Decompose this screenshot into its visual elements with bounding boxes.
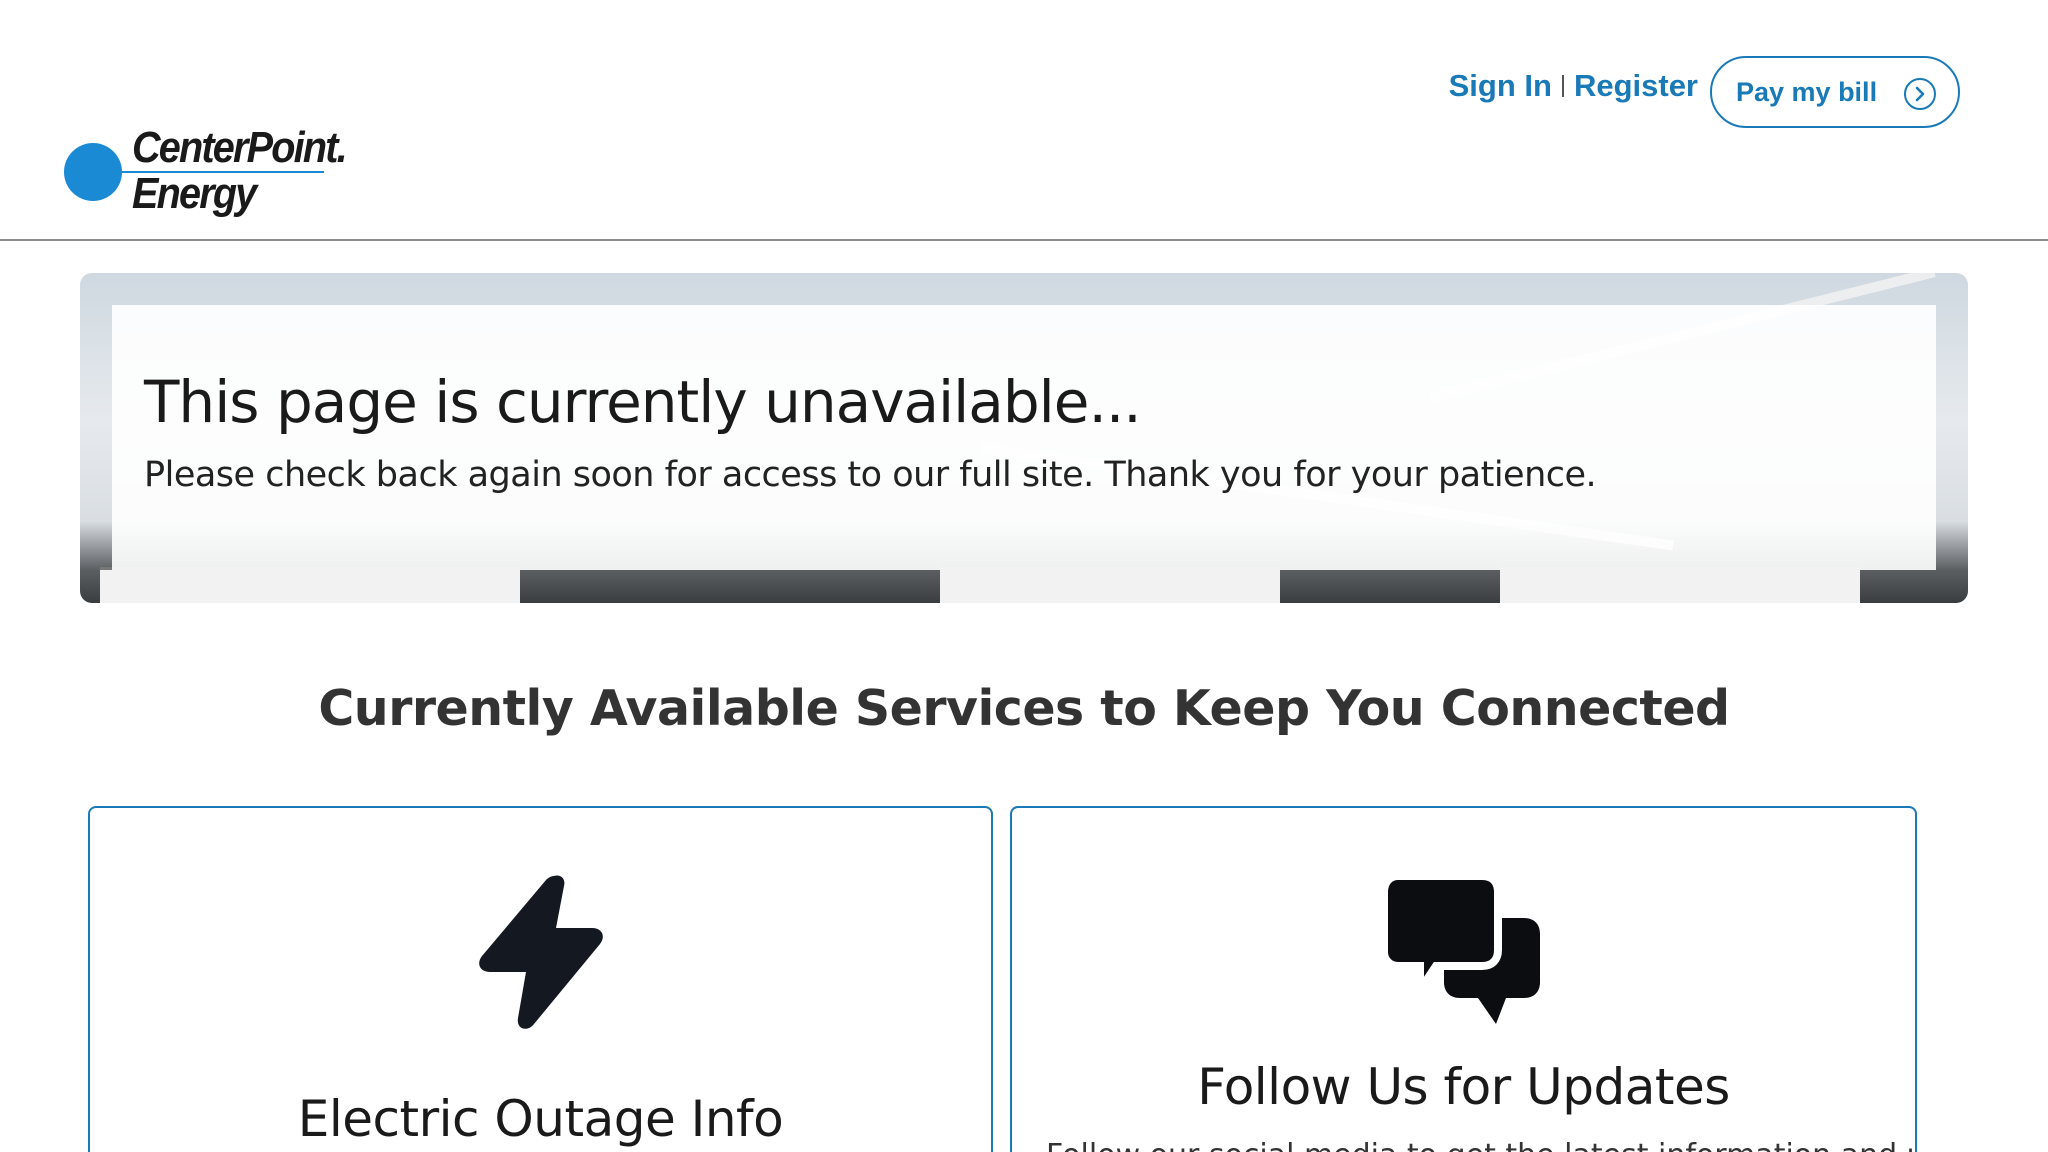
- chevron-right-circle-icon: [1904, 78, 1936, 110]
- logo-wordmark: CenterPoint. Energy: [132, 123, 348, 218]
- auth-links: Sign In Register: [1449, 68, 1698, 104]
- chat-bubbles-icon: [1379, 872, 1544, 1031]
- pay-my-bill-label: Pay my bill: [1736, 76, 1878, 107]
- centerpoint-energy-logo[interactable]: CenterPoint. Energy: [64, 125, 354, 230]
- logo-line1: CenterPoint.: [132, 123, 348, 172]
- card-title: Electric Outage Info: [297, 1090, 784, 1148]
- notice-message: Please check back again soon for access …: [144, 455, 1597, 495]
- hero-bg-truck: [100, 567, 520, 603]
- lightning-bolt-icon: [476, 872, 606, 1037]
- logo-line2: Energy: [132, 169, 257, 218]
- pay-my-bill-button[interactable]: Pay my bill: [1710, 56, 1960, 128]
- follow-us-card[interactable]: Follow Us for Updates Follow our social …: [1010, 806, 1917, 1152]
- auth-separator: [1561, 75, 1564, 97]
- site-header: CenterPoint. Energy Sign In Register Pay…: [0, 0, 2048, 241]
- card-title: Follow Us for Updates: [1197, 1058, 1730, 1116]
- hero-bg-truck: [940, 567, 1280, 603]
- register-link[interactable]: Register: [1574, 68, 1698, 104]
- page-title: This page is currently unavailable...: [144, 368, 1142, 436]
- sign-in-link[interactable]: Sign In: [1449, 68, 1552, 104]
- services-heading: Currently Available Services to Keep You…: [318, 680, 1730, 737]
- unavailable-notice: This page is currently unavailable... Pl…: [112, 305, 1936, 570]
- card-description: Follow our social media to get the lates…: [1046, 1138, 1915, 1152]
- hero-bg-truck: [1500, 567, 1860, 603]
- hero-banner: This page is currently unavailable... Pl…: [80, 273, 1968, 603]
- electric-outage-card[interactable]: Electric Outage Info: [88, 806, 993, 1152]
